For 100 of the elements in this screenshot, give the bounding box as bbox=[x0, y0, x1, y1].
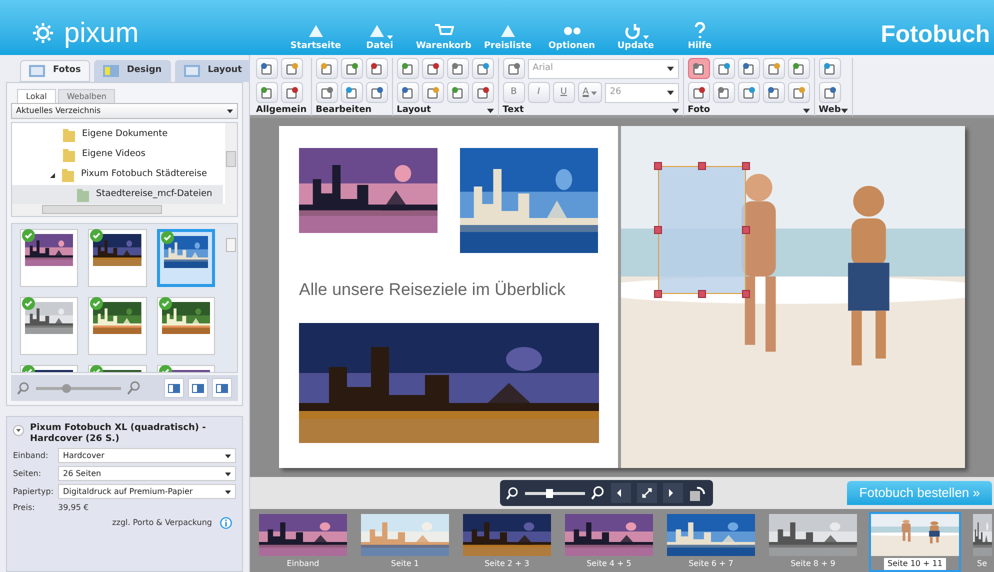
toolbar-button[interactable] bbox=[366, 58, 388, 79]
group-label: Allgemein bbox=[256, 104, 307, 116]
resize-handle[interactable] bbox=[698, 290, 706, 298]
panel-tab[interactable]: Layout bbox=[174, 60, 251, 82]
toolbar-button[interactable] bbox=[472, 58, 494, 79]
toolbar-button[interactable] bbox=[446, 82, 469, 103]
toolbar-button[interactable] bbox=[738, 58, 760, 79]
panel-tab[interactable]: Design bbox=[94, 60, 171, 82]
toolbar-button[interactable] bbox=[762, 82, 785, 103]
toolbar-button[interactable] bbox=[366, 82, 388, 103]
scrollbar[interactable] bbox=[225, 123, 237, 204]
toolbar-button[interactable] bbox=[340, 82, 363, 103]
photo-thumbnail[interactable] bbox=[20, 297, 78, 355]
photo-thumbnail[interactable] bbox=[88, 229, 147, 287]
product-dropdown[interactable]: Digitaldruck auf Premium-Papier bbox=[58, 484, 236, 499]
toolbar-button[interactable] bbox=[422, 58, 444, 79]
toolbar-button[interactable] bbox=[281, 58, 303, 79]
photo-thumbnail[interactable] bbox=[20, 229, 78, 287]
nav-button[interactable]: Startseite bbox=[288, 22, 343, 53]
swap-pages-icon[interactable] bbox=[689, 484, 707, 502]
format-button[interactable]: B bbox=[502, 82, 525, 103]
toolbar-button[interactable] bbox=[422, 82, 444, 103]
resize-handle[interactable] bbox=[654, 226, 662, 234]
size-field[interactable]: 26 bbox=[604, 82, 679, 102]
scrollbar[interactable] bbox=[12, 204, 237, 216]
photo-thumbnail[interactable] bbox=[156, 229, 215, 287]
group-label: Foto bbox=[688, 104, 710, 116]
directory-dropdown[interactable]: Aktuelles Verzeichnis bbox=[11, 103, 238, 119]
toolbar-button[interactable] bbox=[788, 82, 810, 103]
nav-button[interactable]: Warenkorb bbox=[416, 22, 471, 53]
tool-icon bbox=[692, 62, 706, 76]
format-button[interactable]: U bbox=[552, 82, 575, 103]
photo-thumbnail[interactable] bbox=[88, 297, 147, 355]
toolbar-button[interactable] bbox=[256, 82, 278, 103]
subtab[interactable]: Lokal bbox=[17, 89, 56, 103]
tree-item[interactable]: Eigene Dokumente bbox=[12, 125, 223, 145]
zoom-slider[interactable] bbox=[36, 386, 121, 390]
resize-handle[interactable] bbox=[742, 290, 750, 298]
nav-button[interactable]: Preisliste bbox=[480, 22, 535, 53]
navigator-button[interactable] bbox=[663, 483, 683, 503]
slider-thumb[interactable] bbox=[62, 384, 71, 392]
group-label: Web bbox=[818, 104, 841, 116]
format-button[interactable]: I bbox=[528, 82, 550, 103]
tree-item[interactable]: Pixum Fotobuch Städtereise bbox=[12, 165, 223, 185]
toolbar-button[interactable] bbox=[472, 82, 494, 103]
subtab[interactable]: Webalben bbox=[58, 89, 116, 103]
toolbar-button[interactable] bbox=[316, 58, 338, 79]
view-button[interactable] bbox=[188, 378, 208, 398]
toolbar-button[interactable] bbox=[738, 82, 760, 103]
toolbar-button[interactable] bbox=[818, 58, 841, 79]
toolbar-button[interactable] bbox=[316, 82, 338, 103]
toolbar-button[interactable] bbox=[502, 58, 525, 79]
toolbar-button[interactable] bbox=[446, 58, 469, 79]
photo-thumbnail[interactable] bbox=[156, 297, 215, 355]
product-dropdown[interactable]: Hardcover bbox=[58, 448, 236, 463]
zoom-out-icon bbox=[17, 382, 30, 394]
toolbar-button[interactable] bbox=[788, 58, 810, 79]
toolbar-button[interactable] bbox=[818, 82, 841, 103]
resize-handle[interactable] bbox=[742, 162, 750, 170]
navigator-button[interactable] bbox=[637, 483, 657, 503]
tree-item[interactable]: Eigene Videos bbox=[12, 145, 223, 165]
text-color-button[interactable]: A bbox=[578, 82, 602, 103]
resize-handle[interactable] bbox=[698, 162, 706, 170]
nav-button[interactable]: Datei bbox=[352, 22, 407, 53]
nav-button[interactable]: Hilfe bbox=[672, 22, 727, 53]
toolbar-button[interactable] bbox=[688, 58, 710, 79]
navigator-button[interactable] bbox=[611, 483, 631, 503]
tree-item[interactable]: Staedtereise_mcf-Dateien bbox=[12, 185, 223, 205]
nav-button[interactable]: Update bbox=[608, 22, 663, 53]
order-button[interactable]: Fotobuch bestellen » bbox=[847, 481, 992, 505]
tool-icon bbox=[742, 86, 756, 100]
toolbar-button[interactable] bbox=[256, 58, 278, 79]
view-button[interactable] bbox=[212, 378, 232, 398]
collapse-button[interactable] bbox=[13, 425, 24, 436]
toolbar-button[interactable] bbox=[712, 58, 735, 79]
check-icon bbox=[22, 297, 35, 310]
slider-thumb[interactable] bbox=[546, 488, 553, 498]
info-icon[interactable] bbox=[220, 517, 232, 529]
tool-icon bbox=[506, 62, 521, 76]
logo-text: pixum bbox=[64, 19, 139, 47]
resize-handle[interactable] bbox=[654, 290, 662, 298]
page-thumbnail[interactable]: Seite 10 + 11 bbox=[869, 512, 961, 572]
toolbar-button[interactable] bbox=[281, 82, 303, 103]
toolbar-button[interactable] bbox=[340, 58, 363, 79]
view-button[interactable] bbox=[164, 378, 184, 398]
resize-handle[interactable] bbox=[742, 226, 750, 234]
nav-icon bbox=[622, 22, 643, 40]
toolbar-button[interactable] bbox=[712, 82, 735, 103]
nav-button[interactable]: Optionen bbox=[544, 22, 599, 53]
product-dropdown[interactable]: 26 Seiten bbox=[58, 466, 236, 481]
toolbar-button[interactable] bbox=[396, 82, 419, 103]
toolbar-button[interactable] bbox=[396, 58, 419, 79]
tool-icon bbox=[792, 86, 806, 100]
toolbar-button[interactable] bbox=[688, 82, 710, 103]
toolbar-button[interactable] bbox=[762, 58, 785, 79]
resize-handle[interactable] bbox=[654, 162, 662, 170]
product-title: Pixum Fotobuch XL (quadratisch) - Hardcover (26 S.) bbox=[30, 423, 207, 445]
font-field[interactable]: Arial bbox=[528, 58, 679, 78]
panel-tab[interactable]: Fotos bbox=[20, 60, 90, 82]
field-label: Einband: bbox=[13, 450, 50, 462]
